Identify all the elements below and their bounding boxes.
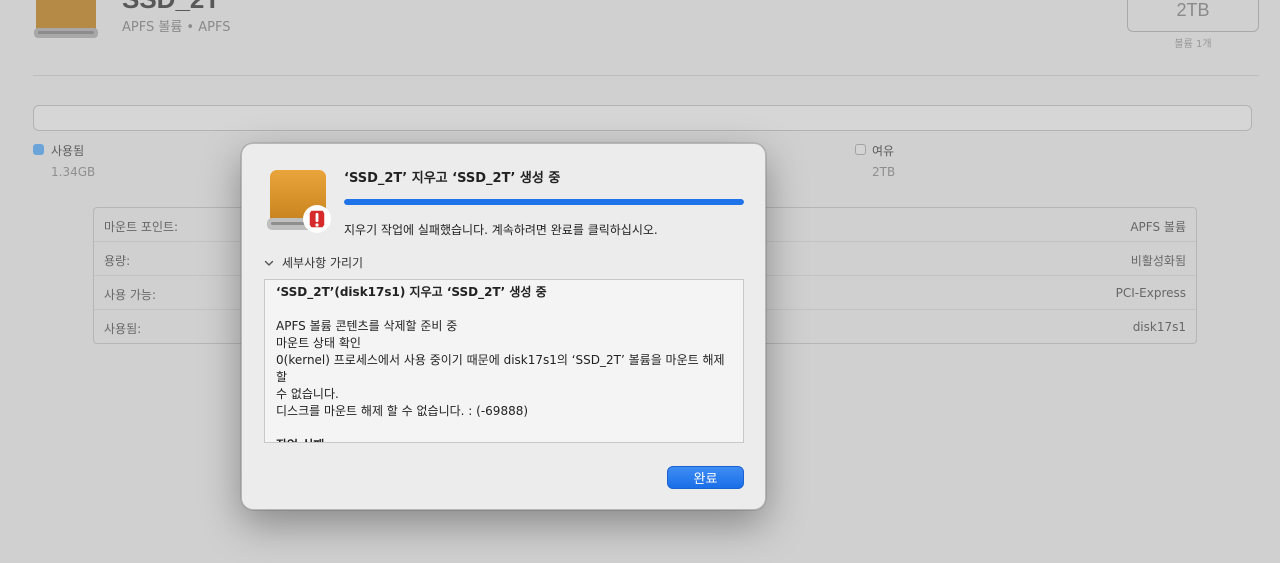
usage-bar: [33, 105, 1252, 131]
dialog-message: 지우기 작업에 실패했습니다. 계속하려면 완료를 클릭하십시오.: [344, 223, 658, 237]
header-divider: [33, 75, 1259, 76]
free-swatch: [855, 144, 866, 155]
log-line: 수 없습니다.: [276, 387, 339, 401]
drive-warning-icon: [267, 170, 331, 233]
done-button-label: 완료: [693, 472, 718, 487]
hide-details-label: 세부사항 가리기: [282, 256, 364, 270]
volume-subtitle: APFS 볼륨 • APFS: [122, 20, 231, 35]
progress-fill: [344, 199, 744, 205]
details-log[interactable]: ‘SSD_2T’(disk17s1) 지우고 ‘SSD_2T’ 생성 중 APFS…: [264, 279, 744, 443]
info-key: 용량:: [104, 254, 131, 268]
free-label: 여유: [872, 144, 895, 158]
chevron-down-icon: [264, 260, 274, 266]
log-line: 작업 실패…: [276, 437, 732, 442]
log-line: 0(kernel) 프로세스에서 사용 중이기 때문에 disk17s1의 ‘S…: [276, 353, 725, 384]
capacity-value: 2TB: [1176, 0, 1210, 20]
hide-details-toggle[interactable]: 세부사항 가리기: [264, 254, 363, 271]
external-drive-icon: [34, 0, 98, 38]
dialog-title: ‘SSD_2T’ 지우고 ‘SSD_2T’ 생성 중: [344, 171, 561, 186]
log-line: 마운트 상태 확인: [276, 336, 361, 350]
info-value: APFS 볼륨: [1130, 220, 1186, 234]
progress-bar: [344, 199, 744, 205]
info-key: 사용됨:: [104, 322, 142, 336]
capacity-box: 2TB: [1127, 0, 1259, 32]
info-value: 비활성화됨: [1130, 254, 1186, 268]
erase-error-dialog: ‘SSD_2T’ 지우고 ‘SSD_2T’ 생성 중 지우기 작업에 실패했습니…: [241, 143, 766, 510]
used-label: 사용됨: [51, 144, 85, 158]
capacity-subtitle: 볼륨 1개: [1174, 39, 1212, 50]
free-value: 2TB: [872, 165, 896, 179]
info-value: disk17s1: [1132, 320, 1186, 334]
used-swatch: [33, 144, 44, 155]
log-line: 디스크를 마운트 해제 할 수 없습니다. : (-69888): [276, 404, 529, 418]
info-key: 마운트 포인트:: [104, 220, 179, 234]
info-value: PCI-Express: [1115, 286, 1186, 300]
log-line: APFS 볼륨 콘텐츠를 삭제할 준비 중: [276, 319, 458, 333]
info-key: 사용 가능:: [104, 288, 157, 302]
done-button[interactable]: 완료: [667, 466, 744, 489]
used-value: 1.34GB: [51, 165, 96, 179]
log-line: ‘SSD_2T’(disk17s1) 지우고 ‘SSD_2T’ 생성 중: [276, 285, 547, 299]
volume-title: SSD_2T: [122, 0, 220, 15]
